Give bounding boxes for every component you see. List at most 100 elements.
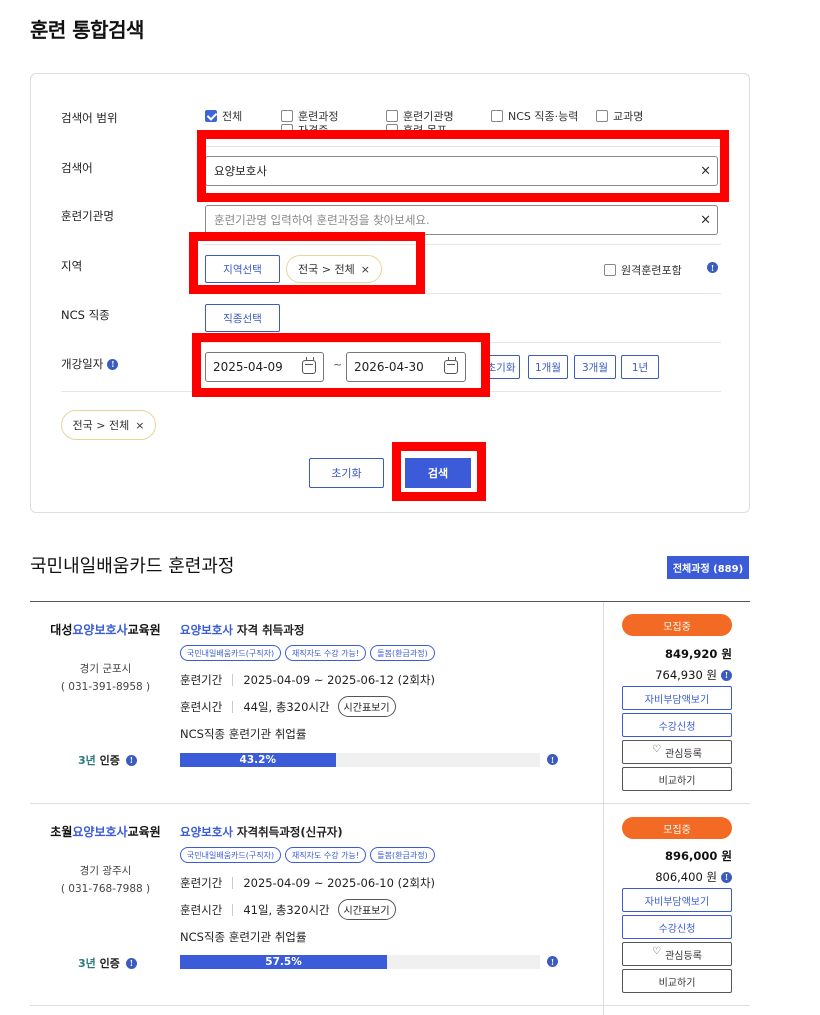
scope-label: 검색어 범위: [61, 111, 118, 125]
info-icon[interactable]: !: [707, 262, 718, 273]
checkbox-icon: [386, 124, 398, 136]
course-period: 훈련기간 2025-04-09 ~ 2025-06-10 (2회차): [180, 876, 436, 890]
course-tag: 국민내일배움카드(구직자): [180, 847, 281, 863]
info-icon[interactable]: !: [107, 358, 119, 370]
org-name[interactable]: 대성요양보호사교육원: [48, 619, 163, 641]
clear-org-icon[interactable]: ×: [700, 213, 711, 228]
course-title[interactable]: 요양보호사 자격 취득과정: [180, 622, 304, 638]
date-from-input[interactable]: 2025-04-09: [205, 352, 324, 382]
checkbox-icon: [596, 110, 608, 122]
checkbox-icon: [281, 124, 293, 136]
range-1year-button[interactable]: 1년: [621, 355, 659, 379]
timetable-button[interactable]: 시간표보기: [337, 696, 396, 717]
region-chip-label: 전국 > 전체: [298, 263, 355, 276]
course-tag: 돌봄(환급과정): [370, 645, 435, 661]
keyword-input[interactable]: 요양보호사 ×: [205, 156, 718, 186]
course-period: 훈련기간 2025-04-09 ~ 2025-06-12 (2회차): [180, 673, 436, 687]
chip-close-icon[interactable]: ×: [135, 419, 144, 432]
info-icon[interactable]: !: [721, 871, 732, 883]
employment-bar: 57.5%: [180, 955, 540, 969]
divider: [203, 244, 721, 245]
info-icon[interactable]: !: [125, 754, 137, 766]
org-label: 훈련기관명: [61, 209, 114, 223]
divider: [61, 391, 721, 392]
org-phone: ( 031-391-8958 ): [60, 681, 151, 693]
course-tag: 재직자도 수강 가능!: [285, 645, 366, 661]
range-3month-button[interactable]: 3개월: [574, 355, 616, 379]
remote-checkbox[interactable]: 원격훈련포함: [604, 262, 682, 278]
employment-bar-fill: 57.5%: [180, 955, 387, 969]
region-chip[interactable]: 전국 > 전체 ×: [286, 255, 382, 283]
clear-keyword-icon[interactable]: ×: [700, 164, 711, 179]
range-1month-button[interactable]: 1개월: [528, 355, 568, 379]
employment-label: NCS직종 훈련기관 취업률: [180, 930, 307, 944]
ncs-select-button[interactable]: 직종선택: [205, 304, 280, 332]
search-button[interactable]: 검색: [405, 458, 471, 488]
scope-checkbox-ncs[interactable]: NCS 직종·능력: [491, 108, 578, 124]
info-icon[interactable]: !: [721, 669, 732, 681]
course-hours: 훈련시간 44일, 총320시간 시간표보기: [180, 696, 396, 717]
divider: [203, 195, 721, 196]
status-badge: 모집중: [622, 817, 732, 839]
keyword-label: 검색어: [61, 161, 93, 175]
calendar-icon[interactable]: [444, 357, 458, 374]
compare-button[interactable]: 비교하기: [622, 969, 732, 993]
org-phone: ( 031-768-7988 ): [60, 883, 151, 895]
column-divider: [603, 804, 604, 1015]
course-tag: 국민내일배움카드(구직자): [180, 645, 281, 661]
scope-checkbox-license[interactable]: 자격증: [281, 122, 328, 138]
course-price: 849,920 원: [665, 647, 732, 661]
checkbox-checked-icon: [205, 110, 217, 122]
date-reset-button[interactable]: 초기화: [482, 355, 520, 379]
selected-filter-chip[interactable]: 전국 > 전체 ×: [61, 410, 156, 440]
cert-badge: 3년 인증!: [78, 955, 137, 971]
compare-button[interactable]: 비교하기: [622, 767, 732, 791]
self-pay-price: 764,930 원!: [655, 667, 732, 683]
cert-badge: 3년 인증!: [78, 752, 137, 768]
self-pay-button[interactable]: 자비부담액보기: [622, 888, 732, 912]
results-title: 국민내일배움카드 훈련과정: [30, 556, 235, 577]
org-location: 경기 광주시: [79, 865, 132, 877]
org-placeholder: 훈련기관명 입력하여 훈련과정을 찾아보세요.: [214, 213, 430, 227]
course-title[interactable]: 요양보호사 자격취득과정(신규자): [180, 824, 343, 840]
info-icon[interactable]: !: [547, 754, 558, 765]
employment-bar: 43.2%: [180, 753, 540, 767]
info-icon[interactable]: !: [547, 956, 558, 967]
heart-icon: [652, 744, 661, 756]
self-pay-button[interactable]: 자비부담액보기: [622, 686, 732, 710]
wishlist-button[interactable]: 관심등록: [622, 740, 732, 764]
page-title: 훈련 통합검색: [30, 18, 144, 42]
course-tag: 돌봄(환급과정): [370, 847, 435, 863]
heart-icon: [652, 946, 661, 958]
checkbox-icon: [604, 264, 616, 276]
divider: [203, 146, 721, 147]
enroll-button[interactable]: 수강신청: [622, 915, 732, 939]
region-select-button[interactable]: 지역선택: [205, 255, 280, 283]
calendar-icon[interactable]: [302, 357, 316, 374]
divider: [203, 293, 721, 294]
date-tilde: ~: [333, 358, 343, 371]
scope-checkbox-all[interactable]: 전체: [205, 108, 242, 124]
card-divider: [30, 1005, 750, 1006]
column-divider: [603, 602, 604, 803]
info-icon[interactable]: !: [125, 957, 137, 969]
org-location: 경기 군포시: [79, 663, 132, 675]
org-input[interactable]: 훈련기관명 입력하여 훈련과정을 찾아보세요. ×: [205, 205, 718, 235]
wishlist-button[interactable]: 관심등록: [622, 942, 732, 966]
course-tag: 재직자도 수강 가능!: [285, 847, 366, 863]
scope-checkbox-subject[interactable]: 교과명: [596, 108, 643, 124]
org-name[interactable]: 초월요양보호사교육원: [48, 821, 163, 843]
enroll-button[interactable]: 수강신청: [622, 713, 732, 737]
timetable-button[interactable]: 시간표보기: [337, 899, 396, 920]
checkbox-icon: [491, 110, 503, 122]
course-price: 896,000 원: [665, 849, 732, 863]
checkbox-icon: [281, 110, 293, 122]
self-pay-price: 806,400 원!: [655, 869, 732, 885]
total-courses-badge[interactable]: 전체과정 (889): [667, 556, 749, 579]
date-to-input[interactable]: 2026-04-30: [346, 352, 466, 382]
chip-close-icon[interactable]: ×: [361, 263, 370, 276]
checkbox-icon: [386, 110, 398, 122]
reset-button[interactable]: 초기화: [309, 458, 384, 488]
scope-checkbox-goal[interactable]: 훈련 목표: [386, 122, 447, 138]
card-divider: [30, 803, 750, 804]
